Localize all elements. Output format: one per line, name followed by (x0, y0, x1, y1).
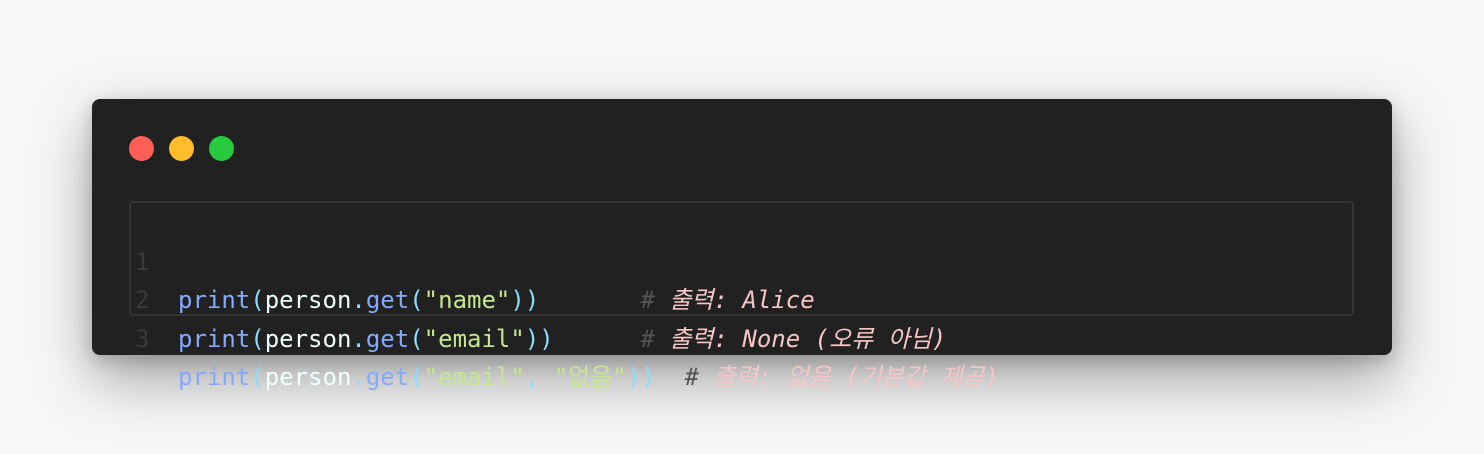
window-controls (129, 136, 234, 161)
method-token: get (365, 363, 410, 391)
code-block: 1 print(person.get("name")) # 출력: Alice … (129, 201, 1354, 391)
code-text: print(person.get("email", "없음")) # 출력: 없… (178, 363, 999, 391)
method-token: get (365, 324, 410, 353)
code-line: 3 print(person.get("email", "없음")) # 출력:… (131, 281, 1352, 392)
code-line: 1 print(person.get("name")) # 출력: Alice (131, 204, 1352, 315)
comment-hash: # (684, 363, 700, 391)
string-token: 없음 (568, 363, 613, 391)
minimize-dot-icon[interactable] (169, 136, 194, 161)
comment-hash: # (640, 324, 655, 353)
line-number: 3 (135, 324, 150, 353)
maximize-dot-icon[interactable] (209, 136, 234, 161)
variable-token: person (264, 363, 352, 391)
function-token: print (178, 363, 251, 391)
comment-text: 출력: None (오류 아님) (669, 324, 947, 353)
comment-text: 출력: 없음 (기본값 제공) (713, 363, 999, 391)
code-text: print(person.get("email")) # 출력: None (오… (178, 324, 947, 353)
close-dot-icon[interactable] (129, 136, 154, 161)
string-token: email (438, 324, 511, 353)
variable-token: person (264, 324, 352, 353)
string-token: email (438, 363, 511, 391)
code-window: 1 print(person.get("name")) # 출력: Alice … (92, 99, 1392, 391)
code-line: 2 print(person.get("email")) # 출력: None … (131, 243, 1352, 353)
